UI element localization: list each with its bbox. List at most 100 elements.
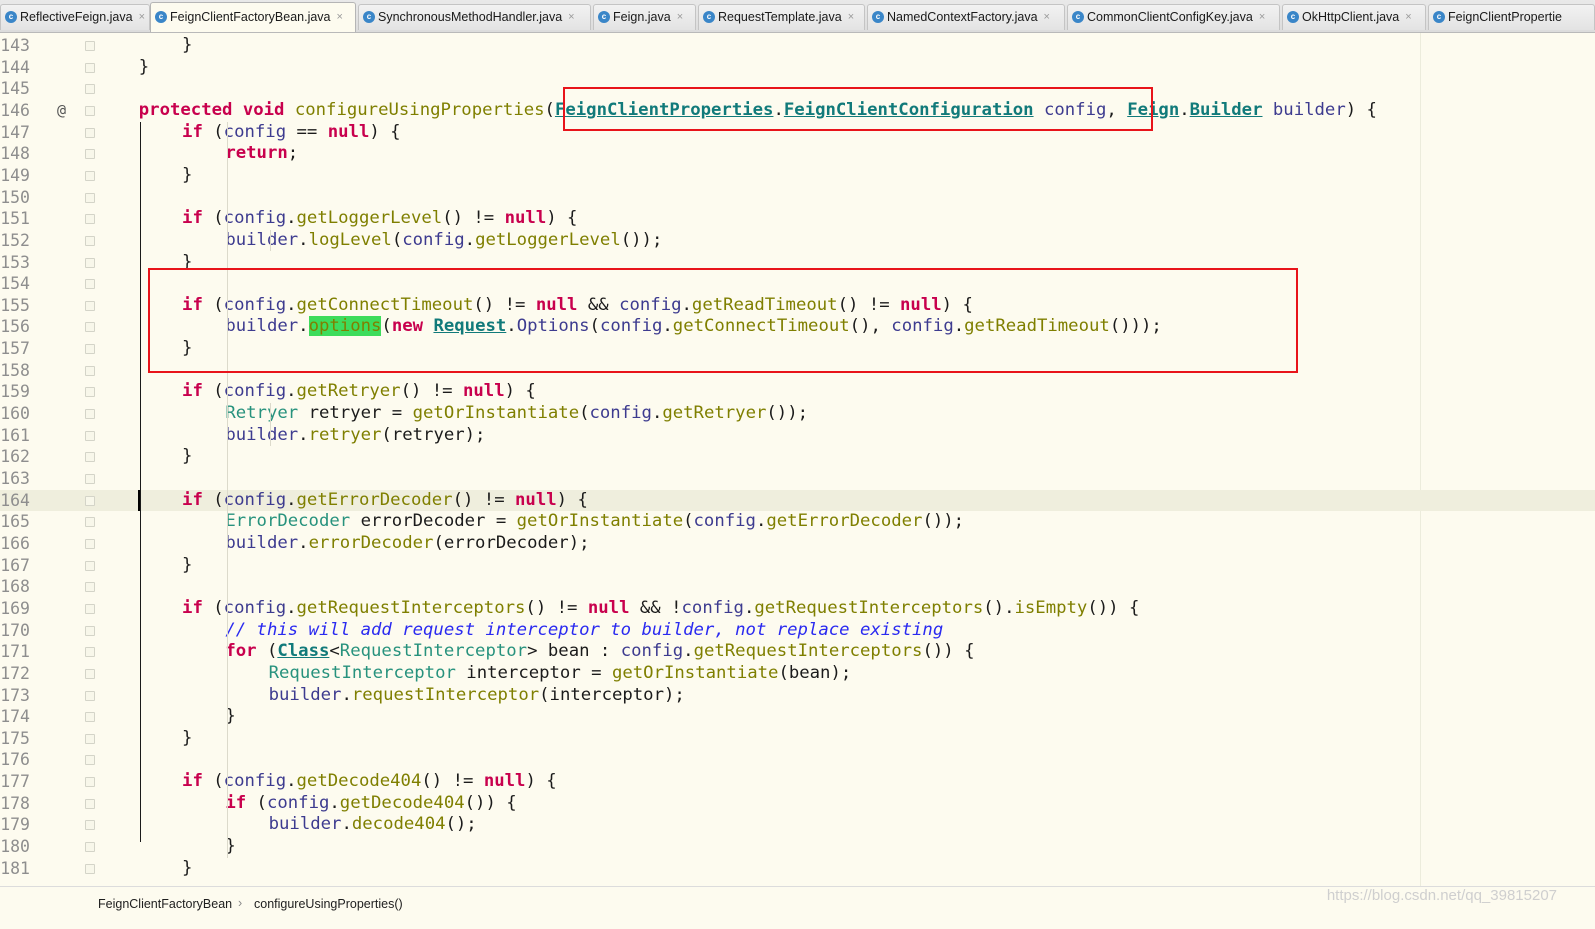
code-line[interactable]: 165 ErrorDecoder errorDecoder = getOrInst…	[0, 511, 1595, 533]
tab-0[interactable]: c ReflectiveFeign.java ×	[0, 4, 150, 30]
code-text[interactable]: builder.retryer(retryer);	[225, 425, 485, 447]
fold-marker-icon[interactable]	[85, 62, 95, 73]
fold-marker-icon[interactable]	[85, 430, 95, 441]
code-editor[interactable]: 143} 144} 145 146 @ protected void configureU…	[0, 33, 1595, 886]
code-line[interactable]: 148 return;	[0, 143, 1595, 165]
fold-marker-icon[interactable]	[85, 127, 95, 138]
code-line[interactable]: 167}	[0, 555, 1595, 577]
fold-marker-icon[interactable]	[85, 149, 95, 160]
line-number[interactable]: 155	[0, 295, 30, 317]
line-number[interactable]: 144	[0, 57, 30, 79]
line-number[interactable]: 170	[0, 620, 30, 642]
line-number[interactable]: 173	[0, 685, 30, 707]
fold-marker-icon[interactable]	[85, 192, 95, 203]
fold-marker-icon[interactable]	[85, 214, 95, 225]
tab-6[interactable]: c CommonClientConfigKey.java ×	[1067, 4, 1280, 30]
line-number[interactable]: 168	[0, 576, 30, 598]
code-text[interactable]: if (config.getDecode404()) {	[225, 793, 516, 815]
code-text[interactable]: }	[182, 858, 192, 880]
code-text[interactable]: }	[182, 165, 192, 187]
line-number[interactable]: 158	[0, 360, 30, 382]
code-line[interactable]: 152 builder.logLevel(config.getLoggerLeve…	[0, 230, 1595, 252]
fold-marker-icon[interactable]	[85, 84, 95, 95]
fold-marker-icon[interactable]	[85, 582, 95, 593]
line-number[interactable]: 150	[0, 187, 30, 209]
code-text[interactable]: }	[182, 35, 192, 57]
fold-marker-icon[interactable]	[85, 777, 95, 788]
close-icon[interactable]: ×	[337, 11, 343, 23]
line-number[interactable]: 174	[0, 706, 30, 728]
line-number[interactable]: 171	[0, 641, 30, 663]
code-line[interactable]: 144}	[0, 57, 1595, 79]
line-number[interactable]: 165	[0, 511, 30, 533]
code-line[interactable]: 150	[0, 187, 1595, 209]
code-line[interactable]: 176	[0, 749, 1595, 771]
close-icon[interactable]: ×	[1044, 11, 1050, 23]
override-marker-icon[interactable]: @	[57, 100, 66, 122]
line-number[interactable]: 147	[0, 122, 30, 144]
code-line[interactable]: 159 if (config.getRetryer() != null) {	[0, 381, 1595, 403]
code-line[interactable]: 161 builder.retryer(retryer);	[0, 425, 1595, 447]
code-text[interactable]: builder.requestInterceptor(interceptor);	[269, 685, 685, 707]
fold-marker-icon[interactable]	[85, 257, 95, 268]
fold-marker-icon[interactable]	[85, 365, 95, 376]
line-number[interactable]: 151	[0, 208, 30, 230]
breadcrumb-class[interactable]: FeignClientFactoryBean	[98, 897, 232, 911]
fold-marker-icon[interactable]	[85, 517, 95, 528]
code-text[interactable]: // this will add request interceptor to …	[225, 620, 943, 642]
code-text[interactable]: }	[182, 728, 192, 750]
code-text[interactable]: }	[182, 446, 192, 468]
line-number[interactable]: 162	[0, 446, 30, 468]
fold-marker-icon[interactable]	[85, 105, 95, 116]
fold-marker-icon[interactable]	[85, 279, 95, 290]
code-line[interactable]: 160 Retryer retryer = getOrInstantiate(co…	[0, 403, 1595, 425]
code-line[interactable]: 143}	[0, 35, 1595, 57]
code-line[interactable]: 174}	[0, 706, 1595, 728]
code-line[interactable]: 171 for (Class<RequestInterceptor> bean :…	[0, 641, 1595, 663]
close-icon[interactable]: ×	[139, 11, 145, 23]
code-line[interactable]: 180}	[0, 836, 1595, 858]
fold-marker-icon[interactable]	[85, 820, 95, 831]
line-number[interactable]: 159	[0, 381, 30, 403]
code-line[interactable]: 172 RequestInterceptor interceptor = getO…	[0, 663, 1595, 685]
line-number[interactable]: 148	[0, 143, 30, 165]
code-line[interactable]: 178 if (config.getDecode404()) {	[0, 793, 1595, 815]
fold-marker-icon[interactable]	[85, 842, 95, 853]
line-number[interactable]: 146	[0, 100, 30, 122]
code-text[interactable]: }	[182, 555, 192, 577]
code-text[interactable]: for (Class<RequestInterceptor> bean : co…	[225, 641, 974, 663]
fold-marker-icon[interactable]	[85, 474, 95, 484]
close-icon[interactable]: ×	[848, 11, 854, 23]
tab-4[interactable]: c RequestTemplate.java ×	[698, 4, 865, 30]
line-number[interactable]: 153	[0, 252, 30, 274]
code-text[interactable]: }	[139, 57, 149, 79]
tab-8[interactable]: c FeignClientPropertie	[1428, 4, 1595, 30]
code-text[interactable]: builder.errorDecoder(errorDecoder);	[225, 533, 589, 555]
line-number[interactable]: 154	[0, 273, 30, 295]
line-number[interactable]: 152	[0, 230, 30, 252]
line-number[interactable]: 157	[0, 338, 30, 360]
code-text[interactable]: RequestInterceptor interceptor = getOrIn…	[269, 663, 852, 685]
fold-marker-icon[interactable]	[85, 322, 95, 333]
fold-marker-icon[interactable]	[85, 863, 95, 874]
tab-3[interactable]: c Feign.java ×	[593, 4, 696, 30]
fold-marker-icon[interactable]	[85, 755, 95, 766]
tab-1[interactable]: c FeignClientFactoryBean.java ×	[150, 2, 356, 32]
fold-marker-icon[interactable]	[85, 235, 95, 246]
code-line[interactable]: 163	[0, 468, 1595, 490]
close-icon[interactable]: ×	[677, 11, 683, 23]
fold-marker-icon[interactable]	[85, 344, 95, 355]
line-number[interactable]: 161	[0, 425, 30, 447]
code-text[interactable]: builder.decode404();	[269, 814, 477, 836]
code-line[interactable]: 177 if (config.getDecode404() != null) {	[0, 771, 1595, 793]
code-text[interactable]: if (config.getRequestInterceptors() != n…	[182, 598, 1139, 620]
fold-marker-icon[interactable]	[85, 712, 95, 723]
code-line[interactable]: 162}	[0, 446, 1595, 468]
fold-marker-icon[interactable]	[85, 798, 95, 809]
fold-marker-icon[interactable]	[85, 409, 95, 420]
close-icon[interactable]: ×	[1405, 11, 1411, 23]
line-number[interactable]: 178	[0, 793, 30, 815]
code-line[interactable]: 149}	[0, 165, 1595, 187]
fold-marker-icon[interactable]	[85, 538, 95, 549]
code-line[interactable]: 175}	[0, 728, 1595, 750]
